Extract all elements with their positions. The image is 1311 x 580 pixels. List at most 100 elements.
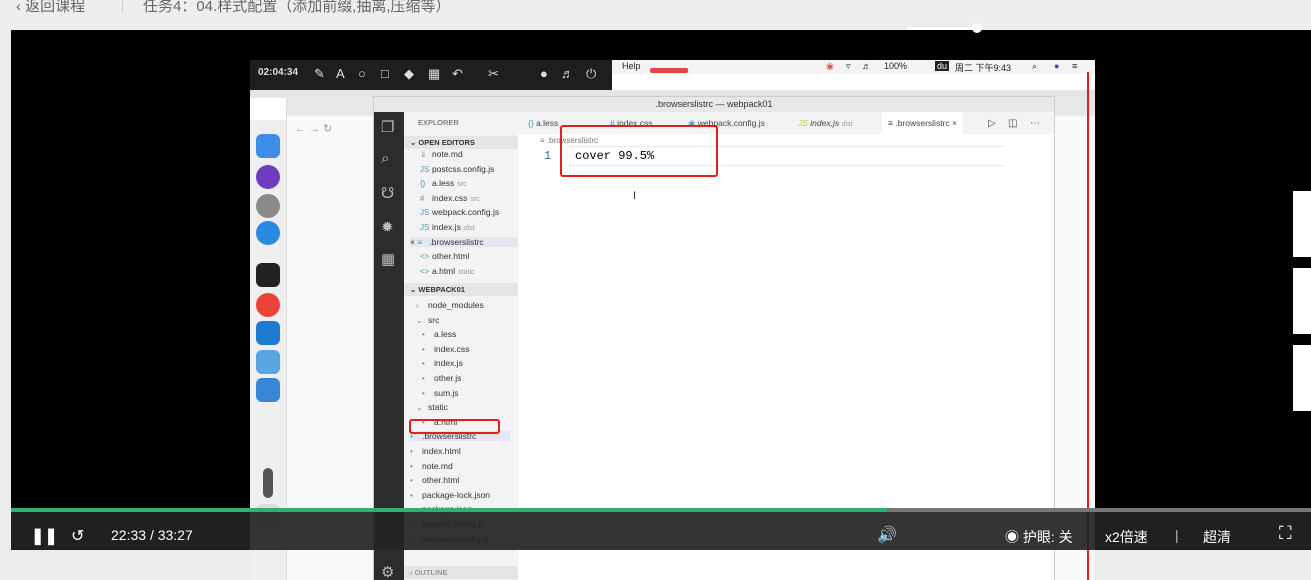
line-number: 1 xyxy=(544,149,552,163)
outline-section[interactable]: › OUTLINE xyxy=(404,566,518,579)
file-name: postcss.config.js xyxy=(432,163,495,174)
input-method-icon: du xyxy=(935,61,950,71)
file-icon: • xyxy=(410,476,413,486)
file-item[interactable]: • other.html xyxy=(410,475,459,485)
speaker-icon[interactable]: ♬ xyxy=(561,66,574,81)
explorer-icon[interactable]: ❐ xyxy=(381,118,394,136)
close-icon[interactable]: × xyxy=(410,237,415,247)
code-highlight-box xyxy=(560,125,718,177)
run-icon[interactable]: ▷ xyxy=(988,118,996,129)
tree-item-name: static xyxy=(428,402,448,413)
outline-label: OUTLINE xyxy=(414,568,448,577)
file-icon: • xyxy=(422,359,425,369)
tab-label: .browserslistrc xyxy=(895,118,950,128)
open-editor-item[interactable]: <> a.html static xyxy=(420,266,475,276)
power-icon[interactable]: ⏻ xyxy=(586,66,596,82)
file-item[interactable]: • package-lock.json xyxy=(410,490,490,500)
text-icon[interactable]: A xyxy=(336,66,345,81)
extensions-icon[interactable]: ▦ xyxy=(381,250,395,268)
player-app-icon[interactable] xyxy=(256,378,280,402)
open-editor-item[interactable]: <> other.html xyxy=(420,251,472,261)
project-section[interactable]: ⌄ WEBPACK01 xyxy=(404,283,518,296)
microphone-icon[interactable]: ● xyxy=(540,66,548,81)
chrome-icon[interactable] xyxy=(256,293,280,317)
tab-browserslistrc[interactable]: ≡ .browserslistrc × xyxy=(882,112,963,134)
launchpad-icon[interactable] xyxy=(256,194,280,218)
tab-label: a.less xyxy=(536,118,559,128)
split-editor-icon[interactable]: ◫ xyxy=(1008,118,1017,129)
file-item[interactable]: • a.less xyxy=(422,329,456,339)
device-icon[interactable] xyxy=(263,468,273,498)
file-item[interactable]: • sum.js xyxy=(422,388,459,398)
search-icon[interactable]: ⌕ xyxy=(381,150,389,167)
file-item[interactable]: • index.js xyxy=(422,358,463,368)
tree-item-name: a.less xyxy=(434,329,457,340)
open-editor-item[interactable]: JS webpack.config.js xyxy=(420,207,502,217)
safari-icon[interactable] xyxy=(256,221,280,245)
close-icon[interactable]: × xyxy=(952,118,957,128)
project-label: WEBPACK01 xyxy=(418,285,465,294)
file-dir: src xyxy=(470,195,480,203)
file-item[interactable]: • other.js xyxy=(422,373,461,383)
open-editors-section[interactable]: ⌄ OPEN EDITORS xyxy=(404,136,518,149)
browser-nav-icons[interactable]: ← → ↻ xyxy=(295,122,332,135)
open-editor-item[interactable]: # index.css src xyxy=(420,193,480,203)
eraser-icon[interactable]: ◆ xyxy=(404,66,414,82)
volume-slider[interactable] xyxy=(908,23,982,33)
circle-icon[interactable]: ○ xyxy=(358,66,366,81)
more-icon[interactable]: ⋯ xyxy=(1030,118,1040,129)
folder-item[interactable]: ⌄ src xyxy=(416,315,439,325)
side-panel-tab-3[interactable] xyxy=(1293,345,1311,411)
debug-icon[interactable]: ✹ xyxy=(381,218,394,236)
siri-icon: ● xyxy=(1054,61,1060,71)
file-item[interactable]: • note.md xyxy=(410,461,453,471)
speed-button[interactable]: x2倍速 xyxy=(1105,527,1148,547)
file-item[interactable]: • index.html xyxy=(410,446,461,456)
open-editor-item[interactable]: JS index.js dist xyxy=(420,222,475,232)
open-editor-item[interactable]: JS postcss.config.js xyxy=(420,164,497,174)
side-panel-tab-2[interactable] xyxy=(1293,268,1311,334)
file-icon: • xyxy=(410,490,413,500)
eye-icon: ◉ xyxy=(1005,529,1019,545)
open-editor-item[interactable]: ⇓ note.md xyxy=(420,149,466,159)
video-player[interactable]: Help ◉ ▿ ♬ 100% du 周二 下午9:43 ⌕ ● ≡ 02:04… xyxy=(11,30,1311,580)
finder-icon[interactable] xyxy=(256,134,280,158)
tree-item-name: package-lock.json xyxy=(422,489,491,500)
quality-button[interactable]: 超清 xyxy=(1203,527,1231,547)
eye-protect-toggle[interactable]: ◉ 护眼: 关 xyxy=(1005,527,1073,547)
fullscreen-icon[interactable]: ⛶ xyxy=(1279,523,1292,544)
file-dir: src xyxy=(457,181,467,189)
terminal-icon[interactable] xyxy=(256,263,280,287)
vscode-dock-icon[interactable] xyxy=(256,321,280,345)
volume-knob[interactable] xyxy=(972,23,982,33)
trash-icon[interactable]: ▦ xyxy=(428,66,440,82)
siri-dock-icon[interactable] xyxy=(256,165,280,189)
file-dir: dist xyxy=(463,225,475,232)
pause-icon[interactable]: ❚❚ xyxy=(31,526,58,546)
volume-icon[interactable]: 🔊 xyxy=(877,525,897,545)
open-editor-item[interactable]: {} a.less src xyxy=(420,178,467,188)
tree-item-name: index.html xyxy=(422,446,461,456)
file-name: index.js xyxy=(432,222,461,232)
undo-icon[interactable]: ↶ xyxy=(452,66,463,82)
scissors-icon[interactable]: ✂ xyxy=(488,66,499,82)
folder-item[interactable]: ⌄ static xyxy=(416,402,448,412)
tab-a-less[interactable]: {} a.less xyxy=(528,118,558,128)
progress-bar[interactable] xyxy=(11,508,1311,512)
settings-gear-icon[interactable]: ⚙ xyxy=(381,563,394,580)
file-icon: JS xyxy=(420,208,430,218)
tree-item-name: other.js xyxy=(434,373,462,383)
file-icon: • xyxy=(422,344,425,354)
pen-icon[interactable]: ✎ xyxy=(314,66,325,82)
replay-icon[interactable]: ↺ xyxy=(71,526,84,546)
tab-index-js[interactable]: JS index.js dist xyxy=(798,118,852,128)
recording-time: 02:04:34 xyxy=(258,67,299,78)
open-editor-item[interactable]: × ≡ .browserslistrc xyxy=(410,236,518,247)
back-to-course-link[interactable]: ‹ 返回课程 xyxy=(16,0,85,16)
source-control-icon[interactable]: ☋ xyxy=(381,184,394,202)
folder-item[interactable]: › node_modules xyxy=(416,300,484,310)
cloud-app-icon[interactable] xyxy=(256,350,280,374)
side-panel-tab-1[interactable] xyxy=(1293,191,1311,257)
rectangle-icon[interactable]: □ xyxy=(381,66,389,81)
file-item[interactable]: • index.css xyxy=(422,344,469,354)
